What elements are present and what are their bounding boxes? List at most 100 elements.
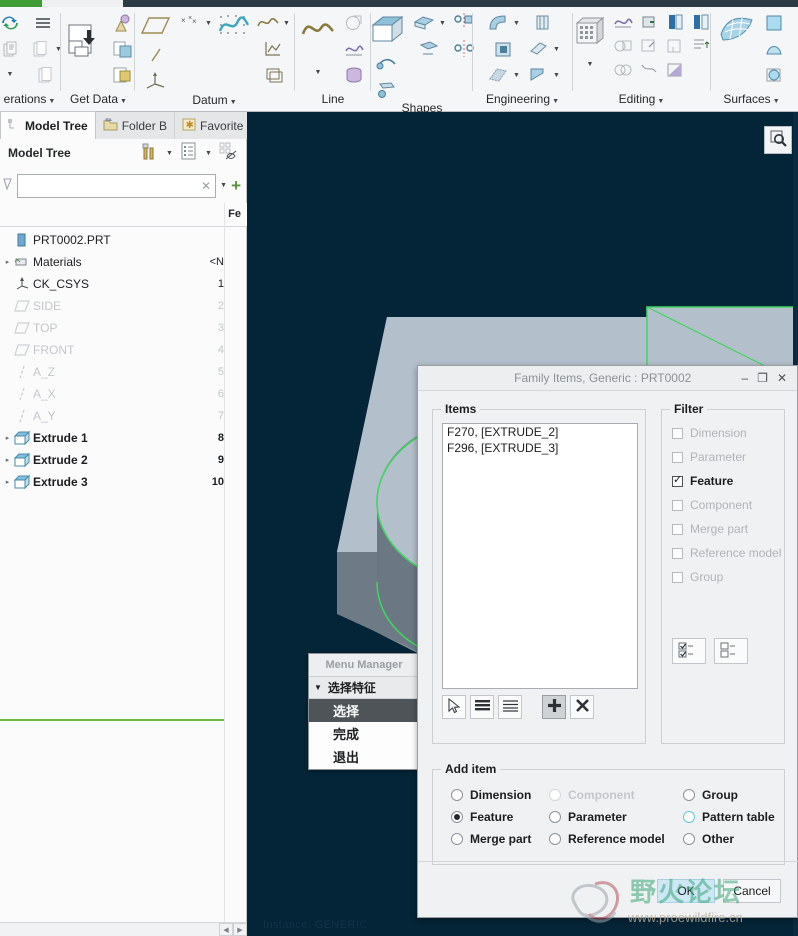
import-data-icon[interactable] [109, 63, 135, 87]
sweep-icon[interactable] [374, 51, 400, 75]
filter-option-row[interactable]: Merge part [672, 522, 748, 536]
menu-lines-icon[interactable] [32, 11, 58, 35]
expander-icon[interactable]: ▸ [2, 258, 13, 266]
viewport-search-button[interactable] [764, 126, 792, 154]
list-sparse-button[interactable] [498, 695, 522, 719]
tree-row[interactable]: A_X 6 [0, 383, 247, 405]
round-icon[interactable] [485, 11, 511, 35]
chamfer-icon[interactable] [525, 63, 551, 87]
datum-group-label-row[interactable]: Datum [192, 93, 237, 112]
menu-manager-item[interactable]: 选择 [309, 699, 419, 722]
tree-row[interactable]: A_Y 7 [0, 405, 247, 427]
surfaces-group-chevron-down-icon[interactable] [772, 95, 781, 109]
datum-point-chevron-down-icon[interactable] [204, 12, 213, 34]
datum-line-icon[interactable] [143, 43, 169, 67]
add-item-option-row[interactable]: Feature [451, 810, 513, 824]
filter-option-row[interactable]: Parameter [672, 450, 746, 464]
trim-icon[interactable] [612, 35, 634, 57]
tree-row[interactable]: ▸ Extrude 2 9 [0, 449, 247, 471]
tree-row[interactable]: CK_CSYS 1 [0, 273, 247, 295]
menu-manager-item[interactable]: 退出 [309, 745, 419, 768]
draft-icon[interactable] [530, 11, 556, 35]
scroll-right-arrow-icon[interactable]: ▶ [233, 923, 247, 936]
tab-folder-browser[interactable]: Folder B [96, 112, 176, 139]
line-chevron-down-icon[interactable] [314, 61, 323, 83]
list-item[interactable]: F296, [EXTRUDE_3] [443, 440, 637, 456]
tree-row[interactable]: FRONT 4 [0, 339, 247, 361]
blend-icon[interactable] [416, 37, 442, 61]
clear-all-button[interactable] [714, 638, 748, 664]
settings-chevron-down-icon[interactable] [204, 142, 213, 164]
thicken-icon[interactable] [638, 11, 660, 33]
offset-icon[interactable] [638, 59, 660, 81]
filter-option-row[interactable]: Reference model [672, 546, 781, 560]
tree-row[interactable]: TOP 3 [0, 317, 247, 339]
cancel-button[interactable]: Cancel [723, 879, 781, 903]
revolve-chevron-down-icon[interactable] [438, 12, 447, 34]
radio-button[interactable] [451, 833, 463, 845]
filter-option-row[interactable]: Feature [672, 473, 733, 488]
tree-row[interactable]: ▸ Extrude 1 8 [0, 427, 247, 449]
settings-list-icon[interactable] [180, 142, 198, 164]
checkbox[interactable] [672, 427, 683, 439]
model-tree-horizontal-scrollbar[interactable]: ◀ ▶ [0, 922, 247, 936]
datum-plane-icon[interactable] [139, 11, 173, 41]
datum-group-chevron-down-icon[interactable] [229, 96, 238, 110]
operations-group-chevron-down-icon[interactable] [47, 95, 56, 109]
round-chevron-down-icon[interactable] [512, 12, 521, 34]
cylinder-icon[interactable] [341, 63, 367, 87]
tree-row[interactable]: ▸ Materials <N [0, 251, 247, 273]
datum-graph-icon[interactable] [260, 37, 286, 61]
rib-chevron-down-icon[interactable] [512, 64, 521, 86]
minimize-icon[interactable]: – [741, 372, 748, 384]
checkbox[interactable] [672, 473, 683, 487]
filter-arrow-icon[interactable] [2, 177, 14, 194]
pattern-table-icon[interactable] [572, 11, 608, 51]
tree-row[interactable]: PRT0002.PRT [0, 229, 247, 251]
rib-icon[interactable] [485, 63, 511, 87]
expander-icon[interactable]: ▸ [2, 478, 13, 486]
surface-patch-icon[interactable] [717, 11, 757, 47]
menu-manager-section[interactable]: ▼ 选择特征 [309, 677, 419, 699]
list-item[interactable]: F270, [EXTRUDE_2] [443, 424, 637, 440]
scroll-left-arrow-icon[interactable]: ◀ [219, 923, 233, 936]
datum-csys-icon[interactable] [143, 69, 169, 93]
arc-icon[interactable] [341, 11, 367, 35]
search-input[interactable] [22, 177, 201, 194]
wrap-icon[interactable] [664, 59, 686, 81]
editing-group-label-row[interactable]: Editing [619, 92, 666, 111]
engineering-group-label-row[interactable]: Engineering [486, 92, 560, 111]
boundary-blend-icon[interactable] [761, 37, 787, 61]
checkbox[interactable] [672, 571, 683, 583]
select-all-button[interactable] [672, 638, 706, 664]
editing-chevron-down-icon[interactable] [586, 53, 595, 75]
checkbox[interactable] [672, 523, 683, 535]
spline-icon[interactable] [341, 37, 367, 61]
datum-curve-chevron-down-icon[interactable] [282, 12, 291, 34]
list-dense-button[interactable] [470, 695, 494, 719]
shell-icon[interactable] [490, 37, 516, 61]
tools-chevron-down-icon[interactable] [165, 142, 174, 164]
filter-option-row[interactable]: Group [672, 570, 723, 584]
filter-option-row[interactable]: Dimension [672, 426, 747, 440]
add-item-button[interactable] [542, 695, 566, 719]
checkbox[interactable] [672, 451, 683, 463]
engineering-group-chevron-down-icon[interactable] [551, 95, 560, 109]
sketch-curve-icon[interactable] [299, 11, 337, 47]
add-item-option-row[interactable]: Merge part [451, 832, 531, 846]
tree-row[interactable]: A_Z 5 [0, 361, 247, 383]
maximize-icon[interactable]: ❐ [757, 372, 768, 384]
radio-button[interactable] [549, 833, 561, 845]
paste-icon[interactable] [27, 37, 53, 61]
revolve-icon[interactable] [411, 11, 437, 35]
list-edit-icon[interactable] [690, 35, 712, 57]
tools-icon[interactable] [139, 142, 159, 164]
menu-manager-item[interactable]: 完成 [309, 722, 419, 745]
datum-curve-icon[interactable] [255, 11, 281, 35]
operations-group-label-row[interactable]: erations [4, 92, 57, 111]
show-hide-icon[interactable] [219, 142, 239, 164]
tab-favorites[interactable]: ✱ Favorite [175, 112, 252, 139]
radio-button[interactable] [549, 811, 561, 823]
items-list[interactable]: F270, [EXTRUDE_2] F296, [EXTRUDE_3] [442, 423, 638, 689]
ok-button[interactable]: OK [657, 879, 715, 903]
